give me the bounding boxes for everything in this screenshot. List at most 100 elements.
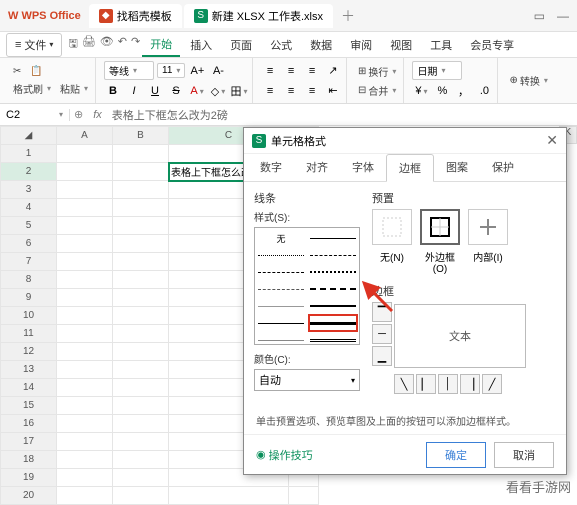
preview-icon[interactable]: 👁 <box>100 35 114 54</box>
border-icon[interactable]: 田 <box>230 82 248 100</box>
style-opt[interactable] <box>310 248 356 262</box>
border-preview[interactable]: 文本 <box>394 304 526 368</box>
cell[interactable] <box>57 487 113 505</box>
style-opt[interactable] <box>258 282 304 296</box>
minimize-icon[interactable]: — <box>557 9 569 23</box>
tab-pattern[interactable]: 图案 <box>434 154 480 181</box>
align-bottom-icon[interactable]: ≡ <box>303 62 321 80</box>
comma-icon[interactable]: ， <box>454 82 472 100</box>
cell[interactable] <box>57 469 113 487</box>
col-header-a[interactable]: A <box>57 127 113 145</box>
cell[interactable] <box>57 343 113 361</box>
cell[interactable] <box>57 271 113 289</box>
cell[interactable] <box>57 325 113 343</box>
convert-button[interactable]: ⊕ 转换 <box>506 72 550 89</box>
cell[interactable] <box>169 487 289 505</box>
row-header[interactable]: 8 <box>1 271 57 289</box>
border-diag2-btn[interactable]: ╱ <box>482 374 502 394</box>
row-header[interactable]: 1 <box>1 145 57 163</box>
name-box[interactable]: C2▾ <box>0 109 70 121</box>
indent-icon[interactable]: ⇤ <box>324 82 342 100</box>
strike-icon[interactable]: S <box>167 82 185 100</box>
font-family-select[interactable]: 等线▾ <box>104 61 154 80</box>
increase-font-icon[interactable]: A+ <box>188 62 206 80</box>
cell[interactable] <box>113 379 169 397</box>
row-header[interactable]: 4 <box>1 199 57 217</box>
wrap-text[interactable]: ⊞ 换行 <box>355 63 399 80</box>
style-none[interactable]: 无 <box>258 231 304 245</box>
row-header[interactable]: 11 <box>1 325 57 343</box>
format-painter[interactable]: 格式刷 <box>10 80 54 97</box>
cell[interactable] <box>57 307 113 325</box>
cell[interactable] <box>57 145 113 163</box>
tips-link[interactable]: ◉ 操作技巧 <box>256 447 313 463</box>
cell[interactable] <box>113 289 169 307</box>
cell[interactable] <box>57 181 113 199</box>
cell[interactable] <box>113 487 169 505</box>
row-header[interactable]: 3 <box>1 181 57 199</box>
cell[interactable] <box>113 217 169 235</box>
orientation-icon[interactable]: ↗ <box>324 62 342 80</box>
currency-icon[interactable]: ¥ <box>412 82 430 100</box>
row-header[interactable]: 12 <box>1 343 57 361</box>
redo-icon[interactable]: ↷ <box>131 35 140 54</box>
menu-tools[interactable]: 工具 <box>422 34 460 56</box>
percent-icon[interactable]: % <box>433 82 451 100</box>
align-left-icon[interactable]: ≡ <box>261 82 279 100</box>
style-opt[interactable] <box>310 299 356 313</box>
ok-button[interactable]: 确定 <box>426 442 486 468</box>
select-all-corner[interactable]: ◢ <box>1 127 57 145</box>
row-header[interactable]: 18 <box>1 451 57 469</box>
insert-fn-icon[interactable]: ⊕ <box>70 108 87 121</box>
border-left-btn[interactable]: ▏ <box>416 374 436 394</box>
menu-insert[interactable]: 插入 <box>182 34 220 56</box>
row-header[interactable]: 16 <box>1 415 57 433</box>
cell[interactable] <box>113 163 169 181</box>
border-top-btn[interactable]: ▔ <box>372 302 392 322</box>
cell[interactable] <box>57 379 113 397</box>
tab-border[interactable]: 边框 <box>386 154 434 182</box>
tab-number[interactable]: 数字 <box>248 154 294 181</box>
copy-icon[interactable]: 📋 <box>27 65 45 78</box>
save-icon[interactable]: 🖫 <box>68 35 77 54</box>
border-mid-h-btn[interactable]: ─ <box>372 324 392 344</box>
dec-inc-icon[interactable]: .0 <box>475 82 493 100</box>
cancel-button[interactable]: 取消 <box>494 442 554 468</box>
cell[interactable] <box>113 433 169 451</box>
row-header[interactable]: 13 <box>1 361 57 379</box>
menu-page[interactable]: 页面 <box>222 34 260 56</box>
doc-tab-active[interactable]: S 新建 XLSX 工作表.xlsx <box>184 4 333 28</box>
color-select[interactable]: 自动▾ <box>254 369 360 391</box>
file-menu[interactable]: ≡ 文件 ▾ <box>6 33 62 57</box>
cell[interactable] <box>113 397 169 415</box>
fx-icon[interactable]: fx <box>87 109 108 121</box>
cell[interactable] <box>113 325 169 343</box>
cell[interactable] <box>57 217 113 235</box>
cell[interactable] <box>113 343 169 361</box>
align-right-icon[interactable]: ≡ <box>303 82 321 100</box>
cell[interactable] <box>113 271 169 289</box>
row-header[interactable]: 17 <box>1 433 57 451</box>
row-header[interactable]: 19 <box>1 469 57 487</box>
merge-cells[interactable]: ⊟ 合并 <box>355 82 399 99</box>
style-opt[interactable] <box>258 316 304 330</box>
formula-input[interactable]: 表格上下框怎么改为2磅 <box>108 107 577 123</box>
cell[interactable] <box>57 235 113 253</box>
row-header[interactable]: 15 <box>1 397 57 415</box>
font-size-select[interactable]: 11▾ <box>157 63 185 78</box>
cell[interactable] <box>113 469 169 487</box>
paste-button[interactable]: 粘贴 <box>57 80 91 97</box>
border-bottom-btn[interactable]: ▁ <box>372 346 392 366</box>
cell[interactable] <box>113 451 169 469</box>
row-header[interactable]: 7 <box>1 253 57 271</box>
cut-icon[interactable]: ✂ <box>10 65 24 78</box>
italic-icon[interactable]: I <box>125 82 143 100</box>
row-header[interactable]: 5 <box>1 217 57 235</box>
style-opt[interactable] <box>310 333 356 347</box>
dialog-titlebar[interactable]: S 单元格格式 ✕ <box>244 128 566 154</box>
cell[interactable] <box>57 415 113 433</box>
menu-review[interactable]: 审阅 <box>342 34 380 56</box>
style-opt[interactable] <box>258 248 304 262</box>
preset-none[interactable] <box>372 209 412 245</box>
undo-icon[interactable]: ↶ <box>118 35 127 54</box>
